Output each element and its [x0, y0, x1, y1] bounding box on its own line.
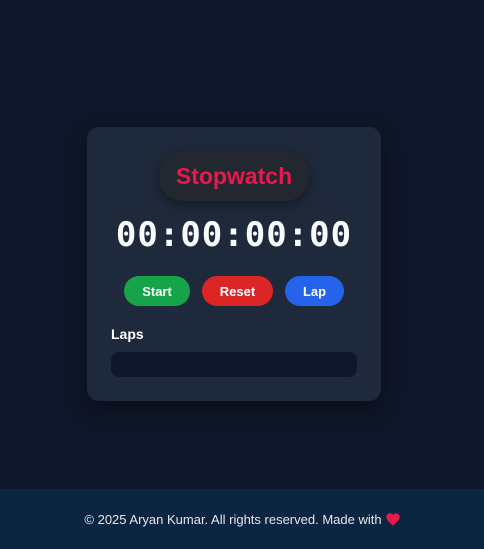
footer: © 2025 Aryan Kumar. All rights reserved.…: [0, 489, 484, 549]
stopwatch-card: Stopwatch 00:00:00:00 Start Reset Lap La…: [87, 127, 381, 401]
page: Stopwatch 00:00:00:00 Start Reset Lap La…: [0, 0, 484, 549]
start-button[interactable]: Start: [124, 276, 190, 306]
app-title: Stopwatch: [175, 162, 293, 189]
title-badge: Stopwatch: [159, 151, 309, 201]
laps-heading: Laps: [111, 326, 144, 342]
heart-icon: [385, 512, 400, 526]
lap-button[interactable]: Lap: [285, 276, 344, 306]
footer-copyright: © 2025 Aryan Kumar. All rights reserved.…: [84, 511, 382, 527]
laps-list: [111, 352, 357, 377]
reset-button[interactable]: Reset: [202, 276, 273, 306]
time-display: 00:00:00:00: [115, 215, 353, 255]
